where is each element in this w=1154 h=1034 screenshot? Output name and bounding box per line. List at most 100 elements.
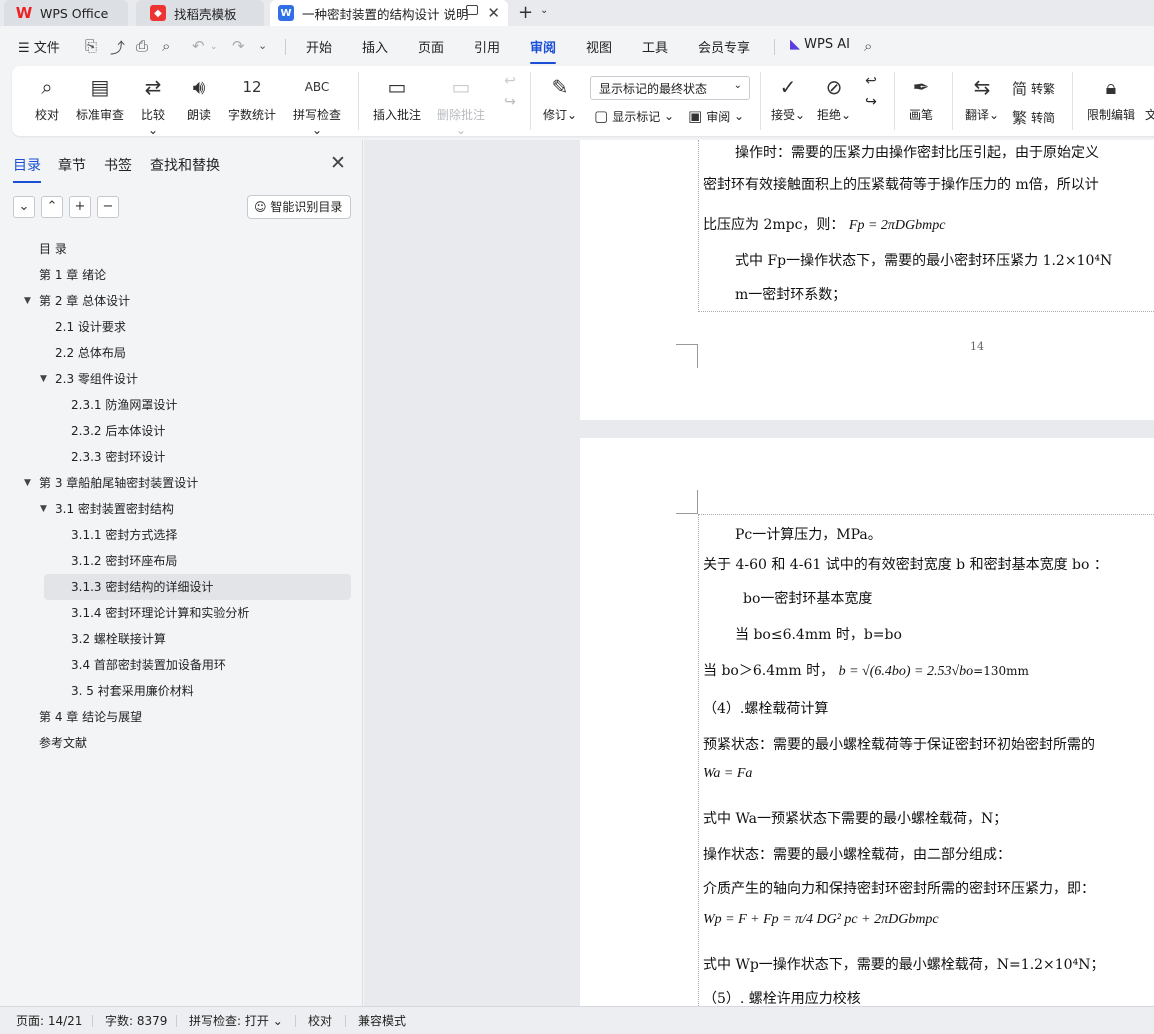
- toc-item[interactable]: 2.1 设计要求: [0, 314, 363, 340]
- show-marks-button[interactable]: ▢ 显示标记 ⌄: [594, 107, 674, 125]
- formula[interactable]: Wp = F + Fp = π/4 DG² pc + 2πDGbmpc: [703, 912, 939, 928]
- standard-review-button[interactable]: ▤ 标准审查: [74, 72, 126, 123]
- translate-button[interactable]: ⇆ 翻译⌄: [964, 72, 1000, 123]
- doc-line[interactable]: 密封环有效接触面积上的压紧载荷等于操作压力的 m倍，所以计: [703, 174, 1099, 194]
- toc-item[interactable]: 3.1.1 密封方式选择: [0, 522, 363, 548]
- compare-button[interactable]: ⇄ 比较⌄: [136, 72, 170, 137]
- brush-button[interactable]: ✒ 画笔: [908, 72, 934, 123]
- proofread-button[interactable]: ⌕ 校对: [34, 72, 60, 123]
- tab-find-replace[interactable]: 查找和替换: [150, 155, 220, 175]
- wps-ai-button[interactable]: ◣ WPS AI: [790, 37, 850, 52]
- smart-toc-button[interactable]: ☺ 智能识别目录: [247, 195, 351, 219]
- word-count-button[interactable]: 12 字数统计: [226, 72, 278, 123]
- doc-line[interactable]: 当 bo＞6.4mm 时， b = √(6.4bo) = 2.53√bo=130…: [703, 660, 1029, 680]
- undo-icon[interactable]: ↶: [192, 37, 205, 55]
- expand-triangle-icon[interactable]: ▼: [40, 496, 47, 522]
- tab-chapters[interactable]: 章节: [58, 155, 86, 175]
- insert-comment-button[interactable]: ▭ 插入批注: [372, 72, 422, 123]
- prev-change-button[interactable]: ↩ ↪: [860, 72, 882, 110]
- menu-home[interactable]: 开始: [306, 37, 332, 56]
- review-pane-button[interactable]: ▣ 审阅 ⌄: [688, 107, 744, 125]
- proofread-status[interactable]: 校对: [308, 1012, 332, 1029]
- next-ribbon-button[interactable]: 文: [1144, 72, 1154, 123]
- to-traditional-button[interactable]: 简转繁: [1012, 78, 1055, 99]
- menu-tools[interactable]: 工具: [642, 37, 668, 56]
- to-simplified-button[interactable]: 繁转简: [1012, 107, 1055, 128]
- prev-comment-button[interactable]: ↩ ↪: [500, 72, 520, 110]
- toc-item[interactable]: 3.4 首部密封装置加设备用环: [0, 652, 363, 678]
- tab-toc[interactable]: 目录: [13, 155, 41, 183]
- doc-line[interactable]: （4）.螺栓载荷计算: [703, 698, 828, 718]
- toc-item[interactable]: 参考文献: [0, 730, 363, 756]
- toc-item[interactable]: 2.3.3 密封环设计: [0, 444, 363, 470]
- tab-bookmarks[interactable]: 书签: [104, 155, 132, 175]
- print-icon[interactable]: ⎙: [136, 37, 148, 55]
- toc-item[interactable]: 2.3.1 防渔网罩设计: [0, 392, 363, 418]
- toc-item[interactable]: ▼ 2.3 零组件设计: [0, 366, 363, 392]
- close-tab-icon[interactable]: ✕: [487, 4, 500, 22]
- doc-line[interactable]: 式中 Wa一预紧状态下需要的最小螺栓载荷，N；: [703, 808, 1007, 828]
- file-menu[interactable]: ☰ 文件: [18, 37, 60, 56]
- tab-wps-office[interactable]: W WPS Office: [4, 0, 128, 26]
- promote-level-button[interactable]: ⌃: [41, 196, 63, 218]
- doc-line[interactable]: 操作时：需要的压紧力由操作密封比压引起，由于原始定义: [735, 142, 1099, 162]
- expand-triangle-icon[interactable]: ▼: [40, 366, 47, 392]
- toc-item[interactable]: 2.2 总体布局: [0, 340, 363, 366]
- doc-line[interactable]: m一密封环系数；: [735, 284, 846, 304]
- doc-line[interactable]: 关于 4-60 和 4-61 试中的有效密封宽度 b 和密封基本宽度 bo ：: [703, 554, 1108, 574]
- expand-triangle-icon[interactable]: ▼: [24, 470, 31, 496]
- save-icon[interactable]: ⎘: [85, 37, 97, 55]
- restrict-edit-button[interactable]: 🔒︎ 限制编辑: [1086, 72, 1136, 123]
- toc-item[interactable]: 3.1.2 密封环座布局: [0, 548, 363, 574]
- toc-item[interactable]: 3.1.4 密封环理论计算和实验分析: [0, 600, 363, 626]
- collapse-all-button[interactable]: ⌄: [13, 196, 35, 218]
- doc-line[interactable]: Pc一计算压力，MPa。: [735, 524, 882, 544]
- print-preview-icon[interactable]: ⌕: [162, 37, 170, 55]
- doc-line[interactable]: （5）. 螺栓许用应力校核: [703, 988, 861, 1006]
- undo-dropdown-icon[interactable]: ⌄: [210, 42, 218, 52]
- menu-insert[interactable]: 插入: [362, 37, 388, 56]
- toc-item[interactable]: 第 1 章 绪论: [0, 262, 363, 288]
- toc-item[interactable]: 3.2 螺栓联接计算: [0, 626, 363, 652]
- toc-item[interactable]: ▼ 3.1 密封装置密封结构: [0, 496, 363, 522]
- display-mode-select[interactable]: 显示标记的最终状态 ⌄: [590, 76, 750, 100]
- doc-line[interactable]: 当 bo≤6.4mm 时，b=bo: [735, 624, 902, 644]
- doc-line[interactable]: 介质产生的轴向力和保持密封环密封所需的密封环压紧力，即：: [703, 878, 1095, 898]
- tab-templates[interactable]: ◆ 找稻壳模板: [136, 0, 264, 26]
- read-aloud-button[interactable]: 🔊︎ 朗读: [186, 72, 212, 123]
- reject-button[interactable]: ⊘ 拒绝⌄: [816, 72, 852, 123]
- menu-view[interactable]: 视图: [586, 37, 612, 56]
- more-dropdown-icon[interactable]: ⌄: [258, 39, 267, 52]
- doc-line[interactable]: 式中 Wp一操作状态下，需要的最小螺栓载荷，N=1.2×10⁴N；: [703, 954, 1104, 974]
- spell-check-status[interactable]: 拼写检查: 打开 ⌄: [189, 1012, 283, 1029]
- word-count[interactable]: 字数: 8379: [105, 1012, 167, 1029]
- toc-item[interactable]: 2.3.2 后本体设计: [0, 418, 363, 444]
- chevron-down-icon[interactable]: ⌄: [540, 5, 548, 16]
- spell-check-button[interactable]: ABC 拼写检查⌄: [288, 72, 346, 137]
- doc-line[interactable]: 操作状态：需要的最小螺栓载荷，由二部分组成：: [703, 844, 1011, 864]
- toc-item[interactable]: 3.1.3 密封结构的详细设计: [44, 574, 351, 600]
- add-heading-button[interactable]: +: [69, 196, 91, 218]
- toc-item[interactable]: ▼ 第 2 章 总体设计: [0, 288, 363, 314]
- menu-page[interactable]: 页面: [418, 37, 444, 56]
- toc-item[interactable]: ▼ 第 3 章船舶尾轴密封装置设计: [0, 470, 363, 496]
- menu-member[interactable]: 会员专享: [698, 37, 750, 56]
- close-icon[interactable]: ✕: [330, 152, 346, 174]
- doc-line[interactable]: 式中 Fp一操作状态下，需要的最小密封环压紧力 1.2×10⁴N: [735, 250, 1112, 270]
- revise-button[interactable]: ✎ 修订⌄: [542, 72, 578, 123]
- menu-references[interactable]: 引用: [474, 37, 500, 56]
- menu-review[interactable]: 审阅: [530, 37, 557, 64]
- tab-document[interactable]: W 一种密封装置的结构设计 说明 ✕: [270, 0, 508, 26]
- export-icon[interactable]: ⤴: [110, 37, 125, 58]
- redo-icon[interactable]: ↷: [232, 37, 245, 55]
- doc-line[interactable]: bo一密封环基本宽度: [743, 588, 872, 608]
- remove-heading-button[interactable]: −: [97, 196, 119, 218]
- page-indicator[interactable]: 页面: 14/21: [16, 1012, 82, 1029]
- doc-line[interactable]: 预紧状态：需要的最小螺栓载荷等于保证密封环初始密封所需的: [703, 734, 1095, 754]
- monitor-icon[interactable]: [466, 5, 478, 15]
- accept-button[interactable]: ✓ 接受⌄: [770, 72, 806, 123]
- formula[interactable]: Wa = Fa: [703, 766, 752, 782]
- toc-item[interactable]: 目 录: [0, 236, 363, 262]
- toc-item[interactable]: 3. 5 衬套采用廉价材料: [0, 678, 363, 704]
- expand-triangle-icon[interactable]: ▼: [24, 288, 31, 314]
